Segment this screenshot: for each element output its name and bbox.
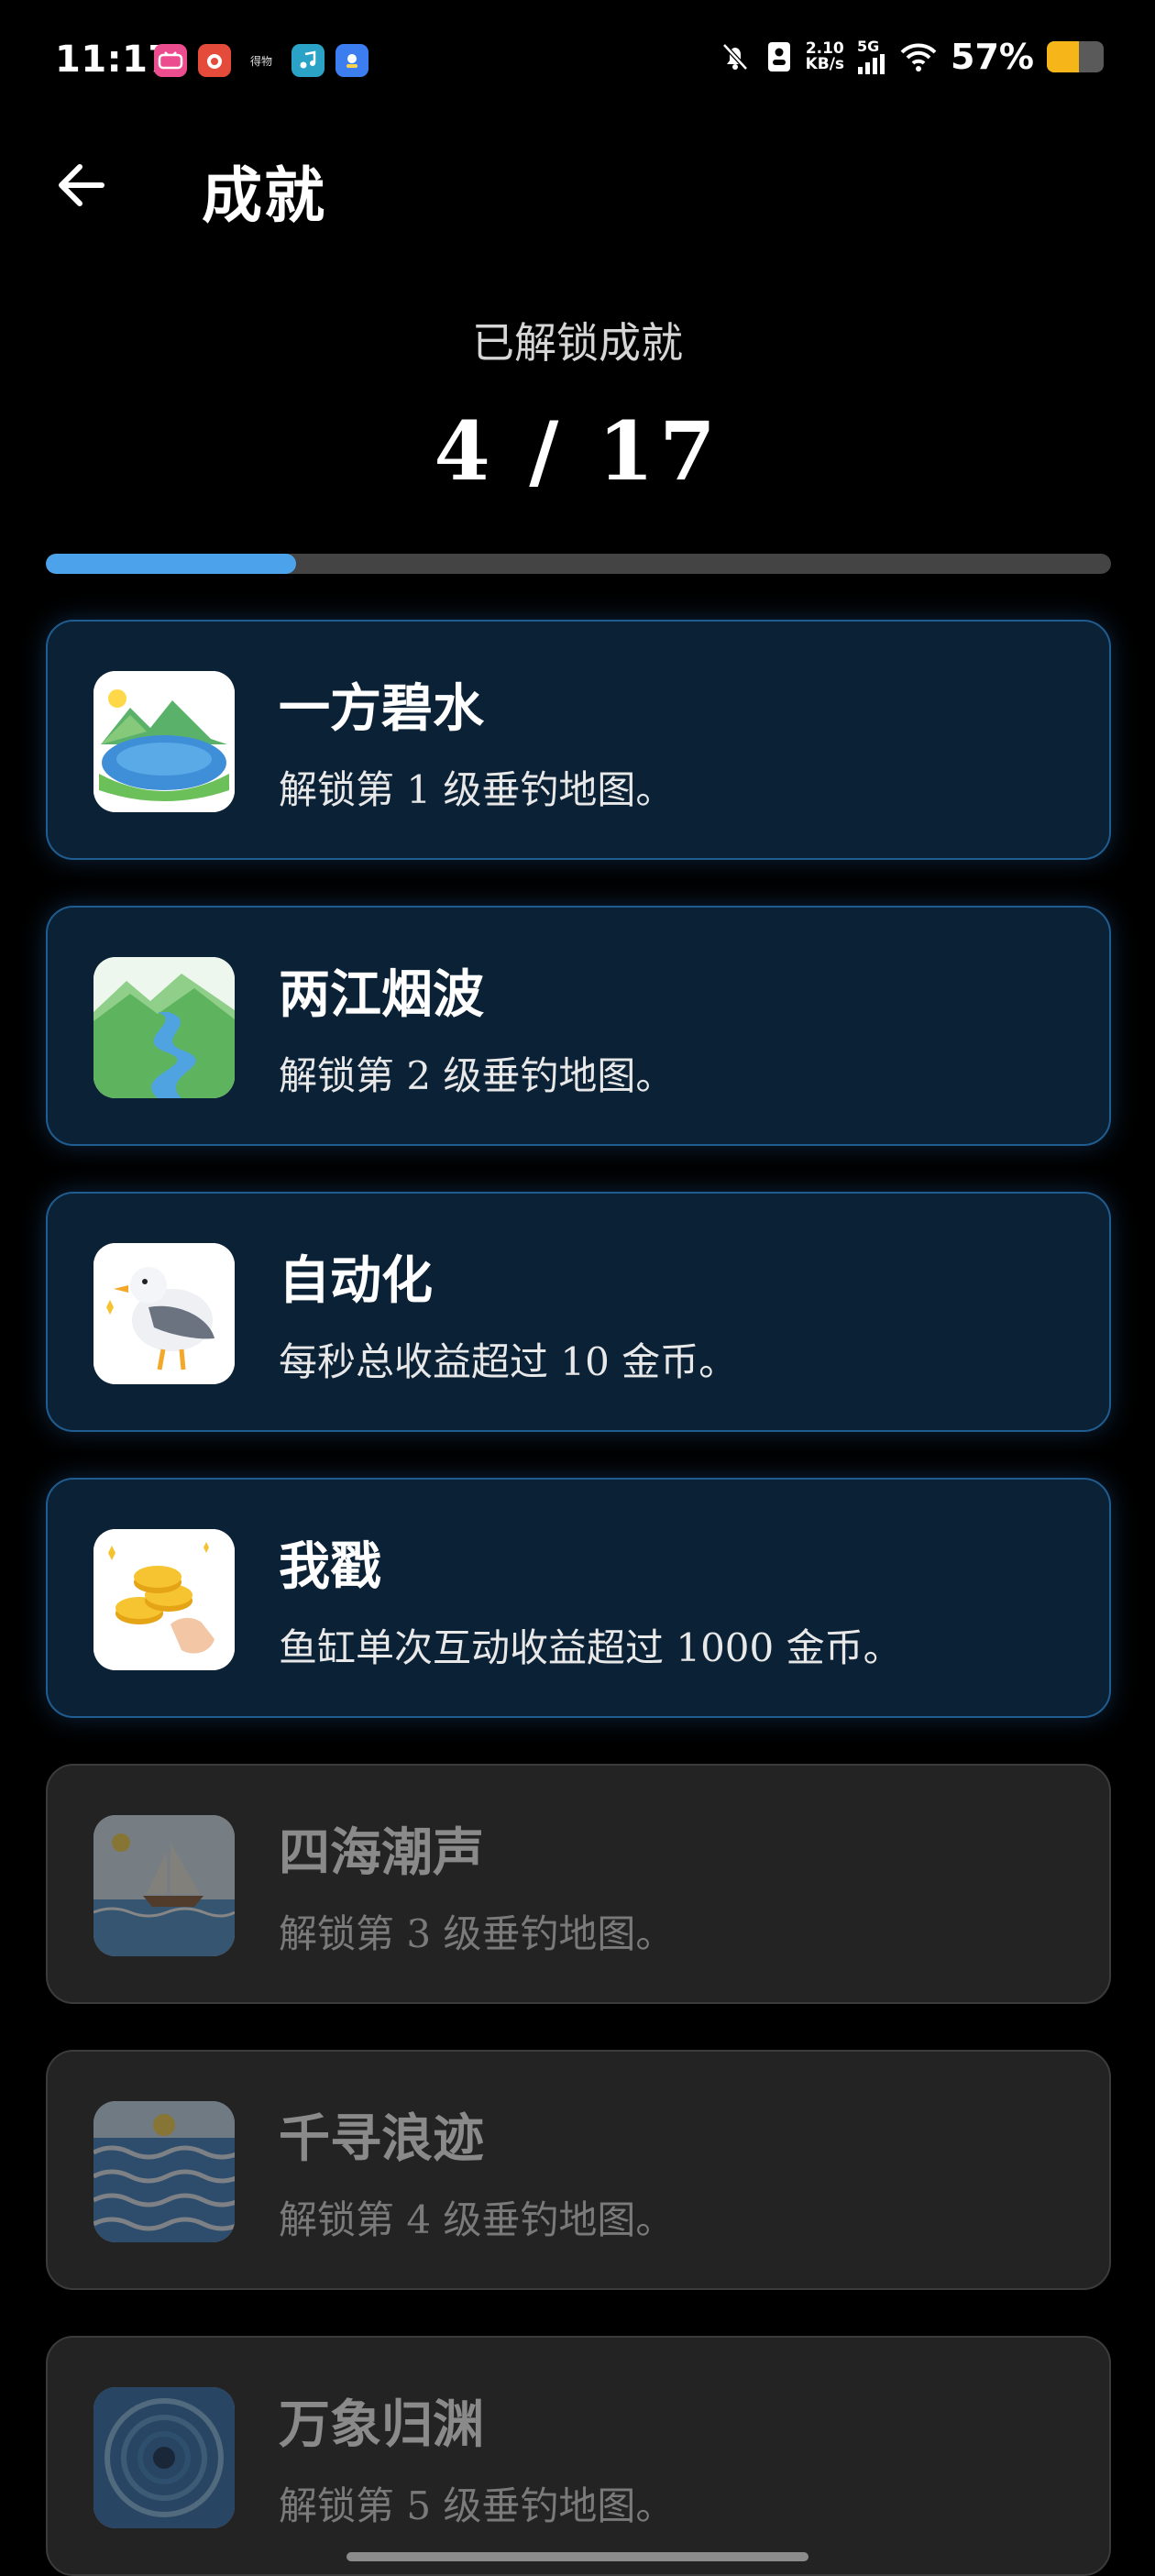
achievement-card[interactable]: 我戳 鱼缸单次互动收益超过 1000 金币。	[46, 1478, 1111, 1718]
achievement-desc: 解锁第 4 级垂钓地图。	[279, 2197, 675, 2242]
coins-icon	[94, 1529, 235, 1670]
achievement-card[interactable]: 自动化 每秒总收益超过 10 金币。	[46, 1192, 1111, 1432]
whirlpool-icon	[94, 2387, 235, 2528]
network-type: 5G	[857, 38, 880, 55]
net-speed: 2.10 KB/s	[806, 41, 844, 72]
achievement-card[interactable]: 四海潮声 解锁第 3 级垂钓地图。	[46, 1764, 1111, 2004]
achievement-card[interactable]: 一方碧水 解锁第 1 级垂钓地图。	[46, 620, 1111, 860]
status-bar: 11:17 得物 2.10 KB/s 5G 57%	[0, 0, 1155, 128]
net-speed-unit: KB/s	[805, 55, 845, 73]
achievement-desc: 每秒总收益超过 10 金币。	[279, 1339, 738, 1384]
progress-fill	[46, 554, 297, 574]
achievement-title: 千寻浪迹	[279, 2108, 484, 2169]
battery-level-fill	[1047, 41, 1080, 72]
back-arrow-icon[interactable]	[53, 158, 108, 213]
signal-bars-icon	[858, 54, 886, 74]
lake-icon	[94, 671, 235, 812]
progress-track	[46, 554, 1111, 574]
blue-app-icon	[336, 44, 368, 77]
mute-bell-icon	[718, 39, 753, 74]
text-app-icon: 得物	[249, 54, 272, 68]
achievement-card[interactable]: 两江烟波 解锁第 2 级垂钓地图。	[46, 906, 1111, 1146]
achievement-card[interactable]: 万象归渊 解锁第 5 级垂钓地图。	[46, 2336, 1111, 2576]
sailboat-icon	[94, 1815, 235, 1956]
achievement-desc: 解锁第 2 级垂钓地图。	[279, 1053, 675, 1098]
achievement-desc: 鱼缸单次互动收益超过 1000 金币。	[279, 1625, 902, 1670]
music-app-icon	[292, 44, 324, 77]
seagull-icon	[94, 1243, 235, 1384]
status-right: 2.10 KB/s 5G 57%	[718, 37, 1104, 77]
achievement-title: 自动化	[279, 1250, 433, 1311]
achievement-desc: 解锁第 3 级垂钓地图。	[279, 1911, 675, 1956]
bilibili-app-icon	[154, 44, 187, 77]
achievement-title: 一方碧水	[279, 678, 484, 739]
achievement-title: 四海潮声	[279, 1822, 484, 1883]
id-card-icon	[765, 39, 793, 74]
achievement-title: 两江烟波	[279, 964, 484, 1025]
achievement-title: 我戳	[279, 1536, 381, 1597]
achievement-title: 万象归渊	[279, 2394, 484, 2455]
battery-percent: 57%	[951, 37, 1034, 77]
page-title: 成就	[202, 160, 326, 231]
red-app-icon	[198, 44, 231, 77]
summary-label: 已解锁成就	[472, 318, 683, 368]
achievement-desc: 解锁第 5 级垂钓地图。	[279, 2483, 675, 2528]
notification-icons: 得物	[154, 44, 368, 77]
signal-group: 5G	[857, 39, 886, 74]
summary-count: 4 / 17	[434, 403, 721, 499]
river-icon	[94, 957, 235, 1098]
battery-icon	[1047, 41, 1104, 72]
waves-icon	[94, 2101, 235, 2242]
home-indicator[interactable]	[346, 2552, 808, 2561]
achievement-card[interactable]: 千寻浪迹 解锁第 4 级垂钓地图。	[46, 2050, 1111, 2290]
wifi-icon	[899, 41, 938, 72]
achievement-desc: 解锁第 1 级垂钓地图。	[279, 767, 675, 812]
